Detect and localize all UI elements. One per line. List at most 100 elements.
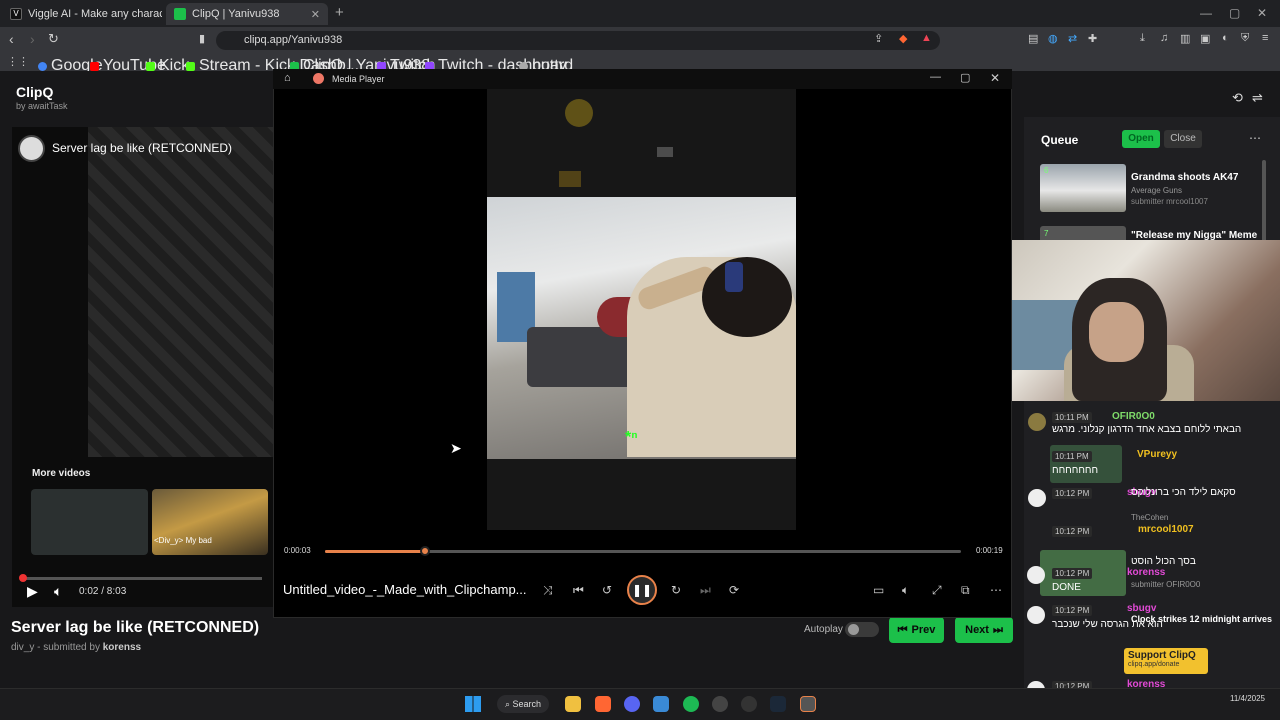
media-seek-fill (325, 550, 425, 553)
media-time-current: 0:00:03 (284, 546, 311, 555)
spotify-icon[interactable] (683, 696, 699, 712)
queue-item-title[interactable]: Grandma shoots AK47 (1131, 172, 1238, 183)
file-explorer-icon[interactable] (565, 696, 581, 712)
chat-time: 10:12 PM (1052, 605, 1093, 616)
chat-message: הבאתי ללוחם בצבא אחד הדרגון קנלוני. מרגש (1052, 424, 1242, 435)
extensions-icon[interactable]: ▤ (1028, 32, 1038, 45)
history-icon[interactable]: ⟲ (1232, 90, 1243, 106)
youtube-icon (90, 61, 99, 71)
clip-submitter: korenss (102, 642, 142, 653)
volume-icon[interactable]: 🔈︎ (54, 583, 62, 600)
wallet-icon[interactable]: ▣ (1200, 32, 1210, 45)
app-icon[interactable] (653, 696, 669, 712)
pause-icon[interactable]: ❚❚ (627, 575, 657, 605)
mini-player-icon[interactable]: ⧉ (961, 583, 970, 598)
queue-channel: TheCohen (1131, 513, 1169, 522)
taskbar-search[interactable]: ⌕ Search (497, 695, 549, 713)
media-player-icon[interactable] (800, 696, 816, 712)
queue-item-thumb[interactable] (1040, 226, 1126, 240)
prev-icon: ⏮︎ (897, 623, 908, 636)
support-label: Support ClipQ (1128, 650, 1196, 661)
queue-item-thumb[interactable] (1040, 164, 1126, 212)
home-icon[interactable]: ⌂ (284, 72, 291, 84)
shield-icon[interactable]: ⛨ (1241, 32, 1249, 45)
tab-viggle[interactable]: V Viggle AI - Make any character move (2, 3, 162, 25)
skip-forward-icon[interactable]: ↻ (671, 583, 681, 597)
windows-start-icon[interactable] (465, 696, 481, 712)
previous-track-icon[interactable]: ⏮︎ (573, 583, 584, 598)
chat-message: חחחחחחח (1052, 465, 1099, 476)
apps-grid-icon[interactable]: ⋮⋮ (7, 55, 29, 68)
puzzle-icon[interactable]: ✚ (1088, 32, 1097, 45)
more-options-icon[interactable]: ⋯ (990, 583, 1002, 597)
address-bar[interactable]: clipq.app/Yanivu938 (216, 31, 940, 50)
forward-icon[interactable]: › (30, 31, 35, 47)
shuffle-icon[interactable]: ⤨ (543, 583, 553, 598)
vpn-icon[interactable]: ◐ (1222, 32, 1229, 44)
maximize-icon[interactable]: ▢ (960, 71, 970, 84)
share-icon[interactable]: ⇪ (874, 32, 883, 45)
queue-item-title[interactable]: Clock strikes 12 midnight arrives (1131, 614, 1272, 624)
player-progress-handle[interactable] (19, 574, 27, 582)
tab-clipq[interactable]: ClipQ | Yanivu938 ✕ (166, 3, 328, 25)
chat-time: 10:12 PM (1052, 568, 1093, 579)
tab-label: ClipQ | Yanivu938 (192, 8, 280, 20)
media-seek-handle[interactable] (420, 546, 430, 556)
player-progress-track[interactable] (22, 577, 262, 580)
subtitles-icon[interactable]: ▭ (873, 583, 884, 597)
more-options-icon[interactable]: ⋯ (1249, 131, 1261, 145)
minimize-icon[interactable]: — (930, 71, 941, 83)
kick-icon (146, 61, 155, 71)
support-clipq-button[interactable]: Support ClipQ clipq.app/donate (1124, 648, 1208, 674)
queue-open-button[interactable]: Open (1122, 130, 1160, 148)
clipq-icon (174, 8, 186, 20)
close-tab-icon[interactable]: ✕ (311, 8, 320, 21)
repeat-off-icon[interactable]: ⟳ (729, 583, 739, 597)
viggle-icon: V (10, 8, 22, 20)
kick-icon (186, 61, 195, 71)
fullscreen-icon[interactable]: ⤢ (932, 583, 942, 598)
queue-close-button[interactable]: Close (1164, 130, 1202, 148)
music-icon[interactable]: ♫ (1160, 32, 1168, 44)
url-text: clipq.app/Yanivu938 (244, 34, 343, 46)
more-video-thumb[interactable] (31, 489, 148, 555)
back-icon[interactable]: ‹ (9, 31, 14, 47)
app-icon[interactable] (712, 696, 728, 712)
next-button[interactable]: Next ⏭︎ (955, 617, 1013, 643)
settings-sliders-icon[interactable]: ⇌ (1252, 90, 1263, 106)
brave-rewards-icon[interactable]: ▲ (921, 32, 932, 44)
close-icon[interactable]: ✕ (990, 71, 1000, 85)
minimize-icon[interactable]: — (1200, 6, 1212, 20)
volume-icon[interactable]: 🔈︎ (902, 583, 909, 598)
close-window-icon[interactable]: ✕ (1257, 6, 1267, 20)
chat-username: OFIR0O0 (1112, 411, 1155, 422)
brand-title[interactable]: ClipQ (16, 84, 53, 100)
chat-username: sbugv (1127, 603, 1157, 614)
audio-ext-icon[interactable]: ◍ (1048, 32, 1058, 45)
bookmark-icon[interactable]: ▮ (199, 32, 205, 45)
support-url: clipq.app/donate (1128, 661, 1180, 668)
brave-browser-icon[interactable] (595, 696, 611, 712)
reload-icon[interactable]: ↻ (48, 31, 59, 47)
download-icon[interactable]: ⤓ (1140, 32, 1145, 45)
sidebar-icon[interactable]: ▥ (1180, 32, 1190, 45)
brave-shield-icon[interactable]: ◆ (899, 32, 907, 45)
chat-username: mrcool1007 (1138, 524, 1194, 535)
queue-scrollbar[interactable] (1262, 160, 1266, 250)
video-frame[interactable]: *ⁿ (487, 197, 796, 459)
obs-icon[interactable] (741, 696, 757, 712)
next-track-icon[interactable]: ⏭︎ (700, 583, 711, 598)
skip-back-icon[interactable]: ↺ (602, 583, 612, 597)
prev-button[interactable]: ⏮︎ Prev (889, 617, 944, 643)
more-video-thumb[interactable]: <Div_y> My bad (152, 489, 268, 555)
new-tab-icon[interactable]: + (335, 4, 344, 21)
translate-icon[interactable]: ⇄ (1068, 32, 1077, 45)
autoplay-toggle[interactable] (845, 622, 879, 637)
menu-icon[interactable]: ≡ (1262, 32, 1268, 44)
play-icon[interactable]: ▶ (27, 583, 38, 600)
tray-date: 11/4/2025 (1230, 694, 1265, 703)
steam-icon[interactable] (770, 696, 786, 712)
maximize-icon[interactable]: ▢ (1229, 6, 1240, 20)
chat-time: 10:11 PM (1052, 412, 1092, 423)
discord-icon[interactable] (624, 696, 640, 712)
